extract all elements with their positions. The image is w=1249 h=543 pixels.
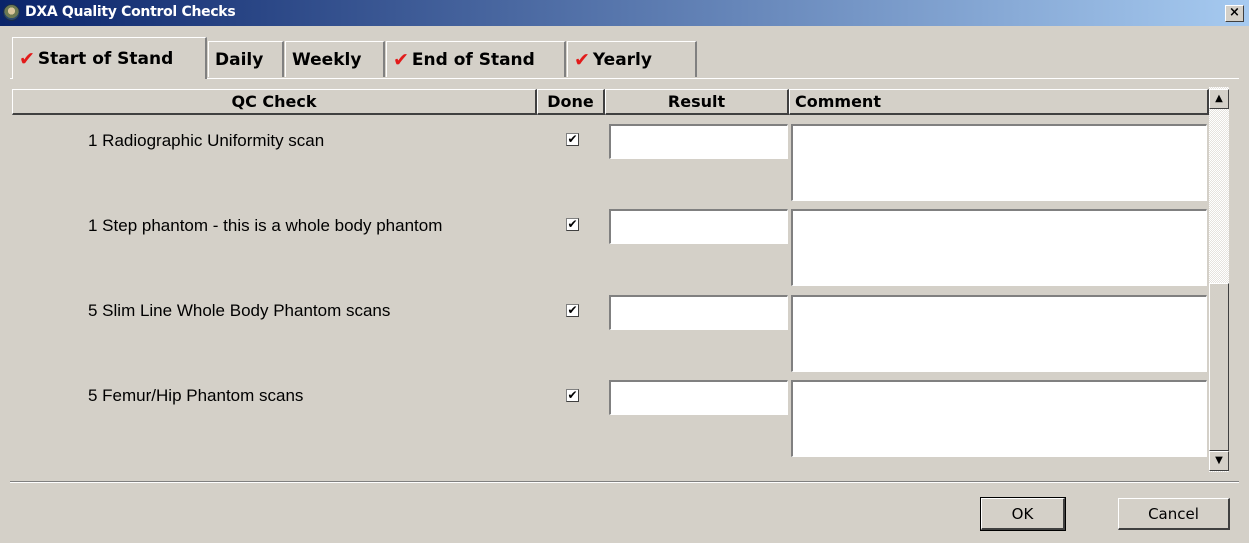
comment-field[interactable] [791,380,1207,457]
close-button[interactable]: × [1225,5,1244,22]
column-header-done[interactable]: Done [537,89,605,115]
qc-check-label: 5 Femur/Hip Phantom scans [88,386,304,405]
tab-yearly[interactable]: ✔ Yearly [567,41,697,77]
qc-check-label: 5 Slim Line Whole Body Phantom scans [88,301,391,320]
scroll-up-icon[interactable]: ▲ [1209,89,1229,109]
comment-field[interactable] [791,209,1207,286]
column-header-result[interactable]: Result [605,89,789,115]
app-icon [3,4,20,21]
qc-check-label: 1 Radiographic Uniformity scan [88,131,325,150]
tab-end-of-stand[interactable]: ✔ End of Stand [386,41,566,77]
scrollbar-thumb[interactable] [1209,283,1229,451]
tab-label: End of Stand [411,49,535,70]
check-icon: ✔ [19,47,35,70]
comment-field[interactable] [791,124,1207,201]
comment-field[interactable] [791,295,1207,372]
tab-label: Start of Stand [37,48,174,69]
title-bar: DXA Quality Control Checks × [0,0,1249,26]
ok-button[interactable]: OK [980,497,1066,531]
result-field[interactable] [609,295,788,330]
tab-start-of-stand[interactable]: ✔ Start of Stand [12,37,207,79]
qc-dialog-window: DXA Quality Control Checks × ✔ Start of … [0,0,1249,543]
done-checkbox[interactable]: ✔ [566,304,579,317]
footer-divider-highlight [10,482,1239,483]
vertical-scrollbar[interactable]: ▲ ▼ [1209,87,1229,472]
check-icon: ✔ [574,48,590,71]
scroll-down-icon[interactable]: ▼ [1209,451,1229,471]
check-icon: ✔ [393,48,409,71]
tab-label: Daily [215,49,264,70]
result-field[interactable] [609,209,788,244]
done-checkbox[interactable]: ✔ [566,389,579,402]
window-title: DXA Quality Control Checks [25,4,236,20]
cancel-button[interactable]: Cancel [1118,498,1230,530]
result-field[interactable] [609,380,788,415]
done-checkbox[interactable]: ✔ [566,133,579,146]
qc-check-label: 1 Step phantom - this is a whole body ph… [88,216,443,235]
done-checkbox[interactable]: ✔ [566,218,579,231]
tab-label: Weekly [292,49,362,70]
column-header-comment[interactable]: Comment [789,89,1209,115]
tab-daily[interactable]: Daily [208,41,284,77]
tab-label: Yearly [592,49,652,70]
result-field[interactable] [609,124,788,159]
column-header-qc-check[interactable]: QC Check [12,89,537,115]
tab-weekly[interactable]: Weekly [285,41,385,77]
